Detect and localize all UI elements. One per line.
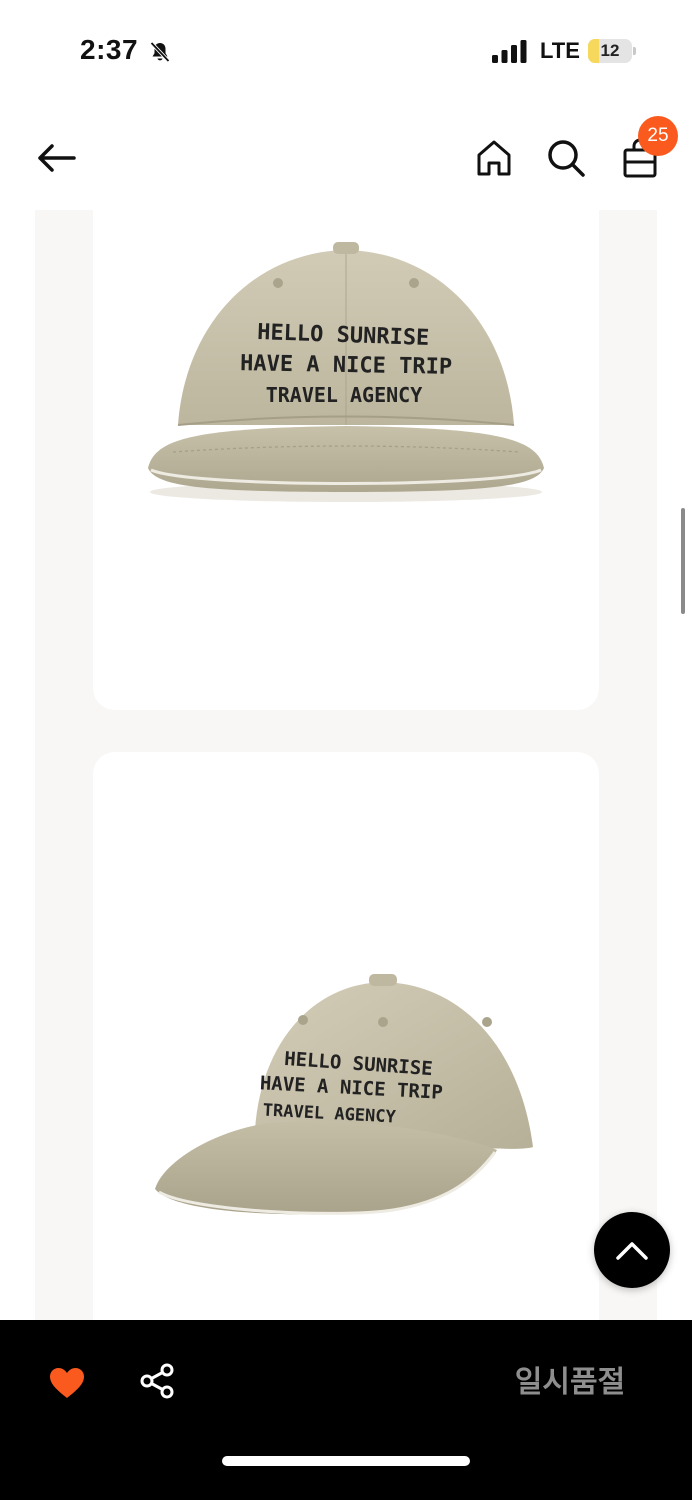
product-image-side[interactable]: HELLO SUNRISE HAVE A NICE TRIP TRAVEL AG… [93, 752, 599, 1320]
cap-text-line-2: HAVE A NICE TRIP [240, 351, 452, 380]
top-navigation [0, 110, 692, 206]
back-arrow-icon [38, 144, 76, 172]
scroll-to-top-button[interactable] [594, 1212, 670, 1288]
cap-front-illustration: HELLO SUNRISE HAVE A NICE TRIP TRAVEL AG… [148, 242, 544, 502]
search-icon [548, 140, 585, 177]
cap-text-line-3: TRAVEL AGENCY [266, 383, 423, 407]
heart-icon [50, 1368, 84, 1398]
bell-off-icon [150, 41, 170, 63]
like-button[interactable] [44, 1360, 90, 1406]
battery-icon: 12 [588, 39, 636, 63]
share-icon [140, 1363, 174, 1399]
status-bar: 2:37 LTE 12 [0, 0, 692, 100]
status-time: 2:37 [80, 34, 139, 65]
cart-count-badge: 25 [638, 116, 678, 156]
soldout-button[interactable]: 일시품절 [480, 1360, 660, 1406]
signal-icon [492, 40, 527, 63]
product-image-gallery: HELLO SUNRISE HAVE A NICE TRIP TRAVEL AG… [35, 210, 657, 1320]
chevron-up-icon [616, 1242, 648, 1260]
product-image-front[interactable]: HELLO SUNRISE HAVE A NICE TRIP TRAVEL AG… [93, 210, 599, 710]
home-button[interactable] [468, 132, 520, 184]
share-button[interactable] [134, 1358, 180, 1404]
search-button[interactable] [540, 132, 592, 184]
network-label: LTE [540, 38, 580, 63]
battery-level: 12 [600, 41, 620, 60]
cap-side-illustration: HELLO SUNRISE HAVE A NICE TRIP TRAVEL AG… [155, 974, 533, 1215]
home-indicator [222, 1456, 470, 1466]
bottom-action-bar: 일시품절 [0, 1320, 692, 1500]
back-button[interactable] [28, 132, 84, 184]
home-icon [477, 140, 511, 176]
scroll-indicator[interactable] [681, 508, 685, 614]
